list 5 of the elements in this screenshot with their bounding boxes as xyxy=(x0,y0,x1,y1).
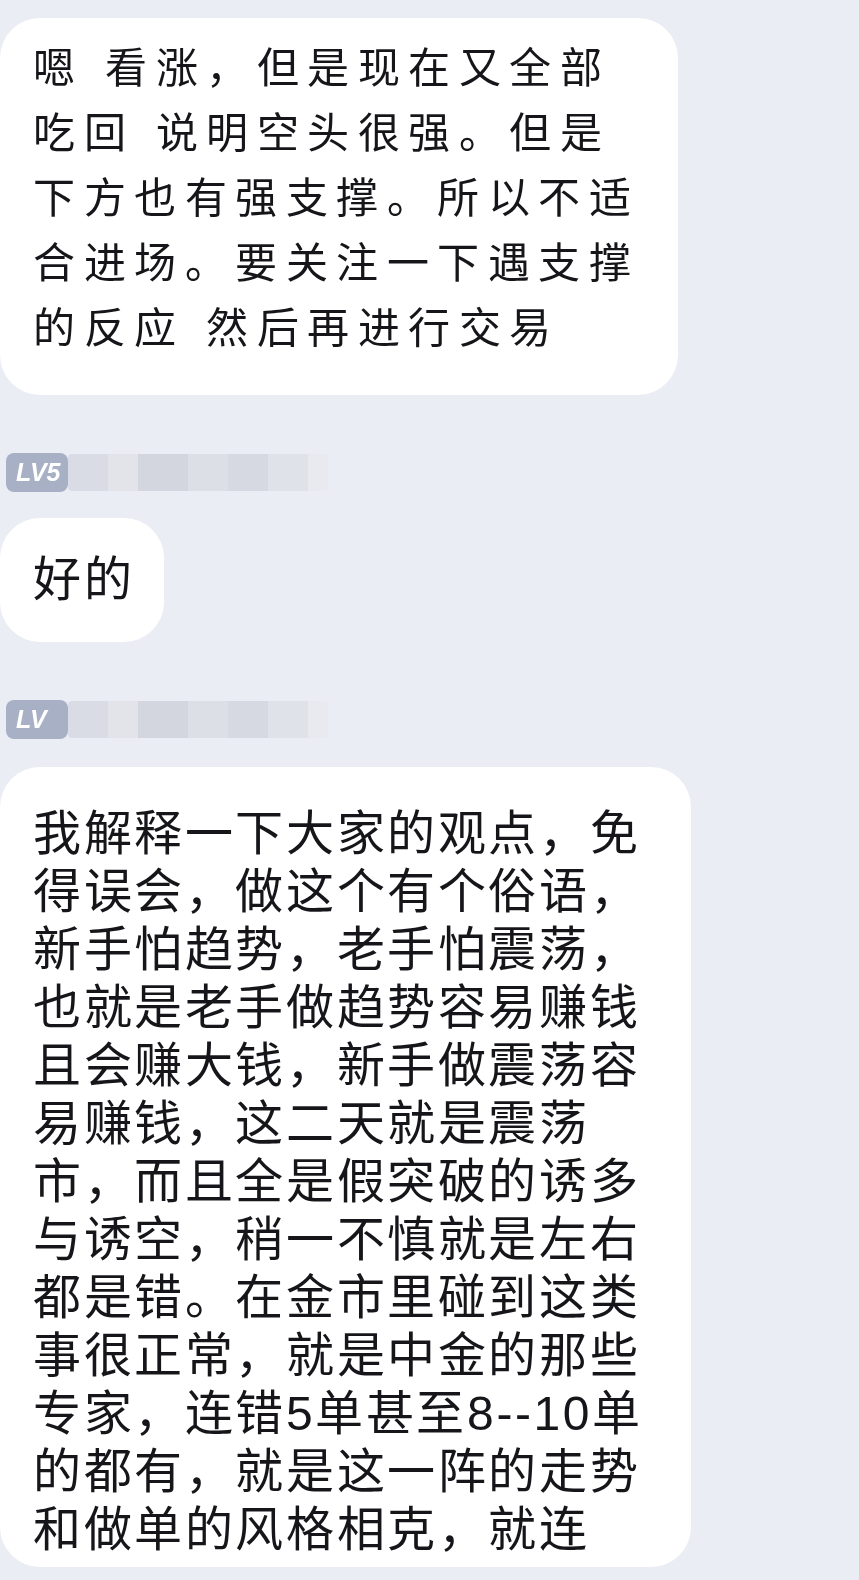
level-badge: LV5 xyxy=(6,453,69,492)
message-text: 我解释一下大家的观点，免得误会，做这个有个俗语，新手怕趋势，老手怕震荡，也就是老手做趋势容易赚钱且会赚大钱，新手做震荡容易赚钱，这二天就是震荡市，而且全是假突破的诱多与诱空，稍一不慎就是左右都是错。在金市里碰到这类事很正常，就是中金的那些专家，连错5单甚至8--10单的都有，就是这一阵的走势和做单的风格相克，就连 xyxy=(33,806,644,1558)
message-text: 好的 xyxy=(33,552,135,608)
level-badge: LV xyxy=(6,700,68,739)
message-text: 嗯 看涨，但是现在又全部吃回 说明空头很强。但是下方也有强支撑。所以不适合进场。要关注一下遇支撑的反应 然后再进行交易 xyxy=(33,43,640,355)
